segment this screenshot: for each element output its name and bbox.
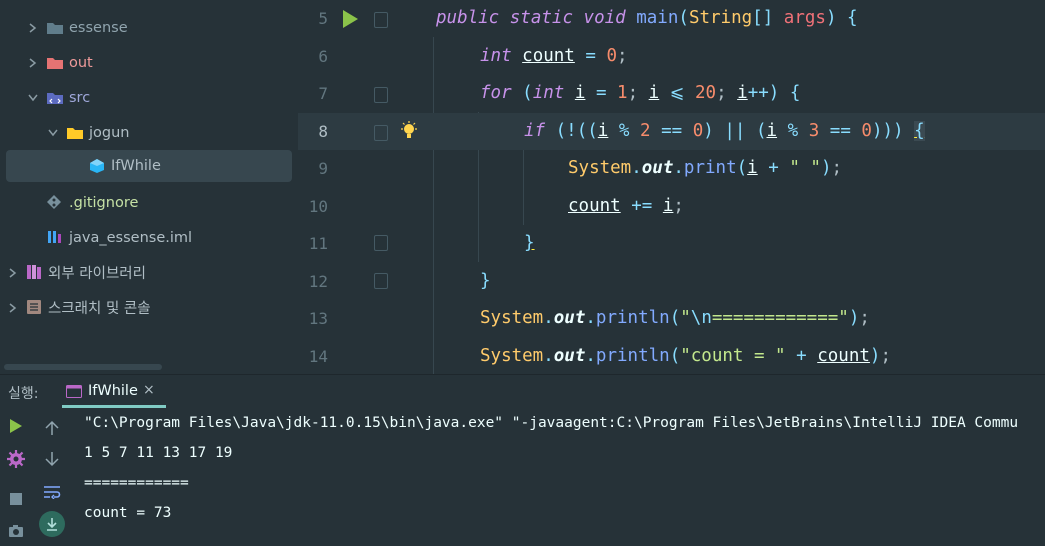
lightbulb-icon[interactable] bbox=[400, 120, 418, 141]
chevron-right-icon[interactable] bbox=[8, 302, 18, 313]
tree-item-scratches[interactable]: 스크래치 및 콘솔 bbox=[0, 290, 298, 325]
console-line: ============ bbox=[84, 475, 189, 491]
console-line: count = 73 bbox=[84, 505, 172, 521]
code-text: } bbox=[524, 233, 535, 253]
wrap-icon bbox=[44, 486, 61, 499]
code-text: for (int i = 1; i ⩽ 20; i++) { bbox=[480, 83, 801, 103]
console-output[interactable]: "C:\Program Files\Java\jdk-11.0.15\bin\j… bbox=[0, 408, 1045, 546]
line-number: 5 bbox=[318, 9, 328, 28]
code-text: System.out.print(i + " "); bbox=[568, 158, 843, 178]
folder-excluded-icon bbox=[47, 58, 63, 69]
code-line: 9 System.out.print(i + " "); bbox=[298, 150, 1045, 188]
chevron-down-icon[interactable] bbox=[28, 93, 38, 103]
tree-item-ifwhile[interactable]: IfWhile bbox=[6, 150, 292, 182]
source-folder-icon bbox=[47, 93, 63, 104]
line-number: 8 bbox=[318, 121, 328, 141]
console-line: "C:\Program Files\Java\jdk-11.0.15\bin\j… bbox=[84, 415, 1019, 431]
line-number: 10 bbox=[308, 196, 328, 216]
tree-item-jogun[interactable]: jogun bbox=[0, 115, 298, 150]
tree-item-label: out bbox=[69, 54, 93, 71]
code-line: 6 int count = 0; bbox=[298, 38, 1045, 76]
tree-item-label: IfWhile bbox=[111, 158, 161, 174]
arrow-up-icon bbox=[45, 420, 59, 435]
code-line: 14 System.out.println("count = " + count… bbox=[298, 338, 1045, 376]
download-arrow-icon bbox=[47, 518, 57, 531]
folder-icon bbox=[47, 23, 63, 34]
line-number: 13 bbox=[308, 309, 328, 328]
soft-wrap-button[interactable] bbox=[41, 481, 63, 503]
close-icon[interactable]: × bbox=[143, 382, 155, 398]
stop-icon bbox=[10, 493, 22, 505]
tree-item-label: essense bbox=[69, 19, 128, 36]
chevron-right-icon[interactable] bbox=[8, 267, 18, 278]
arrow-down-icon bbox=[45, 452, 59, 467]
line-number: 7 bbox=[318, 84, 328, 103]
code-line: 11 } bbox=[298, 225, 1045, 263]
code-line: 5 public static void main(String[] args)… bbox=[298, 0, 1045, 38]
code-text: System.out.println("\n============"); bbox=[480, 308, 870, 328]
tab-label: IfWhile bbox=[88, 383, 138, 399]
line-number: 6 bbox=[318, 46, 328, 66]
run-label: 실행: bbox=[8, 386, 39, 402]
tree-item-out[interactable]: out bbox=[0, 45, 298, 80]
console-line: 1 5 7 11 13 17 19 bbox=[84, 445, 233, 461]
tree-item-gitignore[interactable]: .gitignore bbox=[0, 185, 298, 220]
code-text: System.out.println("count = " + count); bbox=[480, 345, 892, 366]
iml-file-icon bbox=[48, 231, 61, 243]
run-icon[interactable] bbox=[341, 9, 359, 29]
tree-item-essense[interactable]: essense bbox=[0, 10, 298, 45]
tree-item-label: 스크래치 및 콘솔 bbox=[48, 301, 151, 317]
tree-item-label: src bbox=[69, 89, 91, 106]
code-line-current: 8 if (!((i % 2 == 0) || (i % 3 == 0))) { bbox=[298, 112, 1045, 150]
code-line: 12 } bbox=[298, 263, 1045, 301]
code-line: 10 count += i; bbox=[298, 188, 1045, 226]
fold-marker-icon[interactable] bbox=[374, 124, 388, 141]
run-tool-window-header: 실행: IfWhile × bbox=[0, 375, 1045, 409]
code-text: if (!((i % 2 == 0) || (i % 3 == 0))) { bbox=[524, 120, 925, 141]
fold-marker-icon[interactable] bbox=[374, 272, 388, 289]
tree-item-external-libraries[interactable]: 외부 라이브러리 bbox=[0, 255, 298, 290]
scroll-down-button[interactable] bbox=[41, 448, 63, 470]
horizontal-scrollbar[interactable] bbox=[4, 364, 162, 370]
line-number: 11 bbox=[308, 234, 328, 253]
chevron-right-icon[interactable] bbox=[28, 57, 38, 68]
code-line: 7 for (int i = 1; i ⩽ 20; i++) { bbox=[298, 75, 1045, 113]
project-tree-panel: essense out src jogun IfWhile .gitignore bbox=[0, 0, 298, 374]
tree-item-label: .gitignore bbox=[69, 194, 139, 211]
scratch-icon bbox=[27, 300, 41, 314]
code-text: } bbox=[480, 270, 491, 291]
scroll-up-button[interactable] bbox=[41, 417, 63, 439]
rerun-button[interactable] bbox=[5, 415, 27, 437]
code-text: count += i; bbox=[568, 195, 684, 216]
line-number: 9 bbox=[318, 159, 328, 178]
fold-marker-icon[interactable] bbox=[374, 12, 388, 28]
code-editor[interactable]: 5 public static void main(String[] args)… bbox=[298, 0, 1045, 374]
tree-item-iml[interactable]: java_essense.iml bbox=[0, 220, 298, 255]
tree-item-src[interactable]: src bbox=[0, 80, 298, 115]
tree-item-label: 외부 라이브러리 bbox=[48, 266, 146, 282]
fold-marker-icon[interactable] bbox=[374, 87, 388, 103]
scroll-to-end-button[interactable] bbox=[39, 511, 65, 537]
gear-icon bbox=[7, 450, 25, 468]
package-icon bbox=[67, 128, 83, 139]
java-class-icon bbox=[90, 159, 104, 173]
code-line: 13 System.out.println("\n============"); bbox=[298, 300, 1045, 338]
run-config-icon bbox=[66, 385, 82, 398]
settings-button[interactable] bbox=[5, 448, 27, 470]
line-number: 12 bbox=[308, 271, 328, 291]
tree-item-label: java_essense.iml bbox=[69, 229, 193, 246]
git-icon bbox=[47, 195, 61, 209]
tree-item-label: jogun bbox=[89, 124, 130, 141]
code-text: int count = 0; bbox=[480, 45, 628, 66]
chevron-right-icon[interactable] bbox=[28, 22, 38, 33]
camera-icon bbox=[9, 525, 23, 537]
chevron-down-icon[interactable] bbox=[48, 128, 58, 138]
tab-ifwhile[interactable]: IfWhile × bbox=[62, 375, 166, 408]
stop-button[interactable] bbox=[5, 488, 27, 510]
line-number: 14 bbox=[308, 346, 328, 366]
library-icon bbox=[27, 265, 41, 279]
code-text: public static void main(String[] args) { bbox=[436, 8, 858, 28]
camera-button[interactable] bbox=[5, 520, 27, 542]
fold-marker-icon[interactable] bbox=[374, 235, 388, 251]
